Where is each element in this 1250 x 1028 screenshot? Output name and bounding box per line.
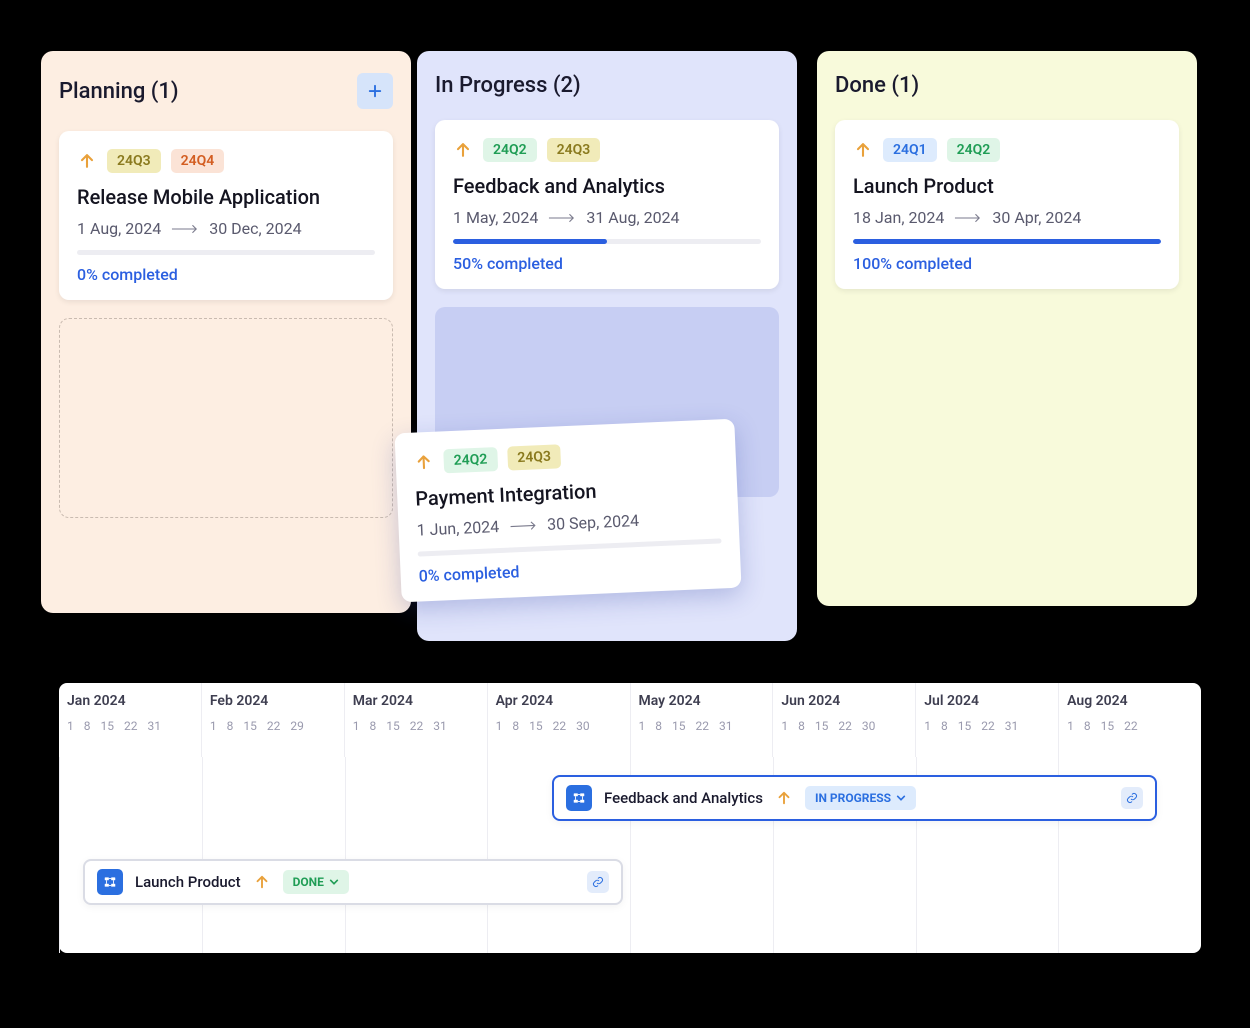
timeline-month-may: May 2024 18152231 [630, 683, 773, 757]
priority-up-icon [253, 873, 271, 891]
tag-q3: 24Q3 [547, 138, 601, 162]
timeline-bar-title: Launch Product [135, 873, 241, 891]
tag-q3: 24Q3 [507, 444, 562, 470]
timeline-month-feb: Feb 2024 18152229 [201, 683, 344, 757]
timeline-month-mar: Mar 2024 18152231 [344, 683, 487, 757]
tag-q4: 24Q4 [171, 149, 225, 173]
card-payment-dragging[interactable]: 24Q2 24Q3 Payment Integration 1 Jun, 202… [394, 419, 741, 603]
chevron-down-icon [896, 793, 906, 803]
timeline-bar-launch[interactable]: Launch Product DONE [83, 859, 623, 905]
timeline-item-icon [97, 869, 123, 895]
plus-icon [366, 82, 384, 100]
tag-q2: 24Q2 [947, 138, 1001, 162]
arrow-right-icon [171, 224, 199, 234]
priority-up-icon [453, 140, 473, 160]
column-title-done: Done (1) [835, 73, 919, 98]
priority-up-icon [77, 151, 97, 171]
date-end: 30 Sep, 2024 [547, 511, 640, 534]
column-title-inprogress: In Progress (2) [435, 73, 581, 98]
date-start: 18 Jan, 2024 [853, 208, 944, 227]
progress-bar [853, 239, 1161, 244]
status-done[interactable]: DONE [283, 870, 349, 894]
timeline-month-jun: Jun 2024 18152230 [772, 683, 915, 757]
date-end: 30 Dec, 2024 [209, 219, 301, 238]
timeline-item-icon [566, 785, 592, 811]
card-feedback[interactable]: 24Q2 24Q3 Feedback and Analytics 1 May, … [435, 120, 779, 289]
link-icon-button[interactable] [587, 871, 609, 893]
timeline-body: Feedback and Analytics IN PROGRESS Launc… [59, 757, 1201, 953]
column-planning: Planning (1) 24Q3 24Q4 Release Mobile Ap… [41, 51, 411, 613]
timeline-month-aug: Aug 2024 181522 [1058, 683, 1201, 757]
card-dates: 18 Jan, 2024 30 Apr, 2024 [853, 208, 1161, 227]
arrow-right-icon [509, 520, 537, 531]
priority-up-icon [413, 452, 434, 473]
tag-q2: 24Q2 [443, 447, 498, 473]
progress-bar [418, 538, 722, 556]
card-title: Feedback and Analytics [453, 174, 761, 198]
card-dates: 1 May, 2024 31 Aug, 2024 [453, 208, 761, 227]
date-start: 1 Aug, 2024 [77, 219, 161, 238]
progress-bar [77, 250, 375, 255]
timeline-month-apr: Apr 2024 18152230 [487, 683, 630, 757]
status-inprogress[interactable]: IN PROGRESS [805, 786, 916, 810]
card-title: Release Mobile Application [77, 185, 375, 209]
card-title: Launch Product [853, 174, 1161, 198]
tag-q2: 24Q2 [483, 138, 537, 162]
progress-label: 50% completed [453, 254, 761, 273]
arrow-right-icon [548, 213, 576, 223]
card-title: Payment Integration [415, 473, 720, 510]
progress-label: 100% completed [853, 254, 1161, 273]
column-done: Done (1) 24Q1 24Q2 Launch Product 18 Jan… [817, 51, 1197, 606]
progress-label: 0% completed [418, 553, 723, 585]
timeline-month-jul: Jul 2024 18152231 [915, 683, 1058, 757]
card-release[interactable]: 24Q3 24Q4 Release Mobile Application 1 A… [59, 131, 393, 300]
timeline-header: Jan 2024 18152231 Feb 2024 18152229 Mar … [59, 683, 1201, 757]
card-dates: 1 Aug, 2024 30 Dec, 2024 [77, 219, 375, 238]
add-button[interactable] [357, 73, 393, 109]
date-start: 1 Jun, 2024 [416, 517, 499, 540]
chevron-down-icon [329, 877, 339, 887]
date-end: 31 Aug, 2024 [586, 208, 679, 227]
timeline-bar-title: Feedback and Analytics [604, 789, 763, 807]
card-launch[interactable]: 24Q1 24Q2 Launch Product 18 Jan, 2024 30… [835, 120, 1179, 289]
link-icon-button[interactable] [1121, 787, 1143, 809]
priority-up-icon [775, 789, 793, 807]
column-title-planning: Planning (1) [59, 79, 179, 104]
date-start: 1 May, 2024 [453, 208, 538, 227]
priority-up-icon [853, 140, 873, 160]
card-dates: 1 Jun, 2024 30 Sep, 2024 [416, 507, 721, 539]
link-icon [1126, 792, 1138, 804]
timeline-bar-feedback[interactable]: Feedback and Analytics IN PROGRESS [552, 775, 1157, 821]
arrow-right-icon [954, 213, 982, 223]
dropzone[interactable] [59, 318, 393, 518]
link-icon [592, 876, 604, 888]
progress-bar [453, 239, 761, 244]
timeline: Jan 2024 18152231 Feb 2024 18152229 Mar … [59, 683, 1201, 953]
timeline-month-jan: Jan 2024 18152231 [59, 683, 201, 757]
kanban-board: Planning (1) 24Q3 24Q4 Release Mobile Ap… [41, 51, 411, 613]
date-end: 30 Apr, 2024 [992, 208, 1081, 227]
tag-q3: 24Q3 [107, 149, 161, 173]
tag-q1: 24Q1 [883, 138, 937, 162]
progress-label: 0% completed [77, 265, 375, 284]
